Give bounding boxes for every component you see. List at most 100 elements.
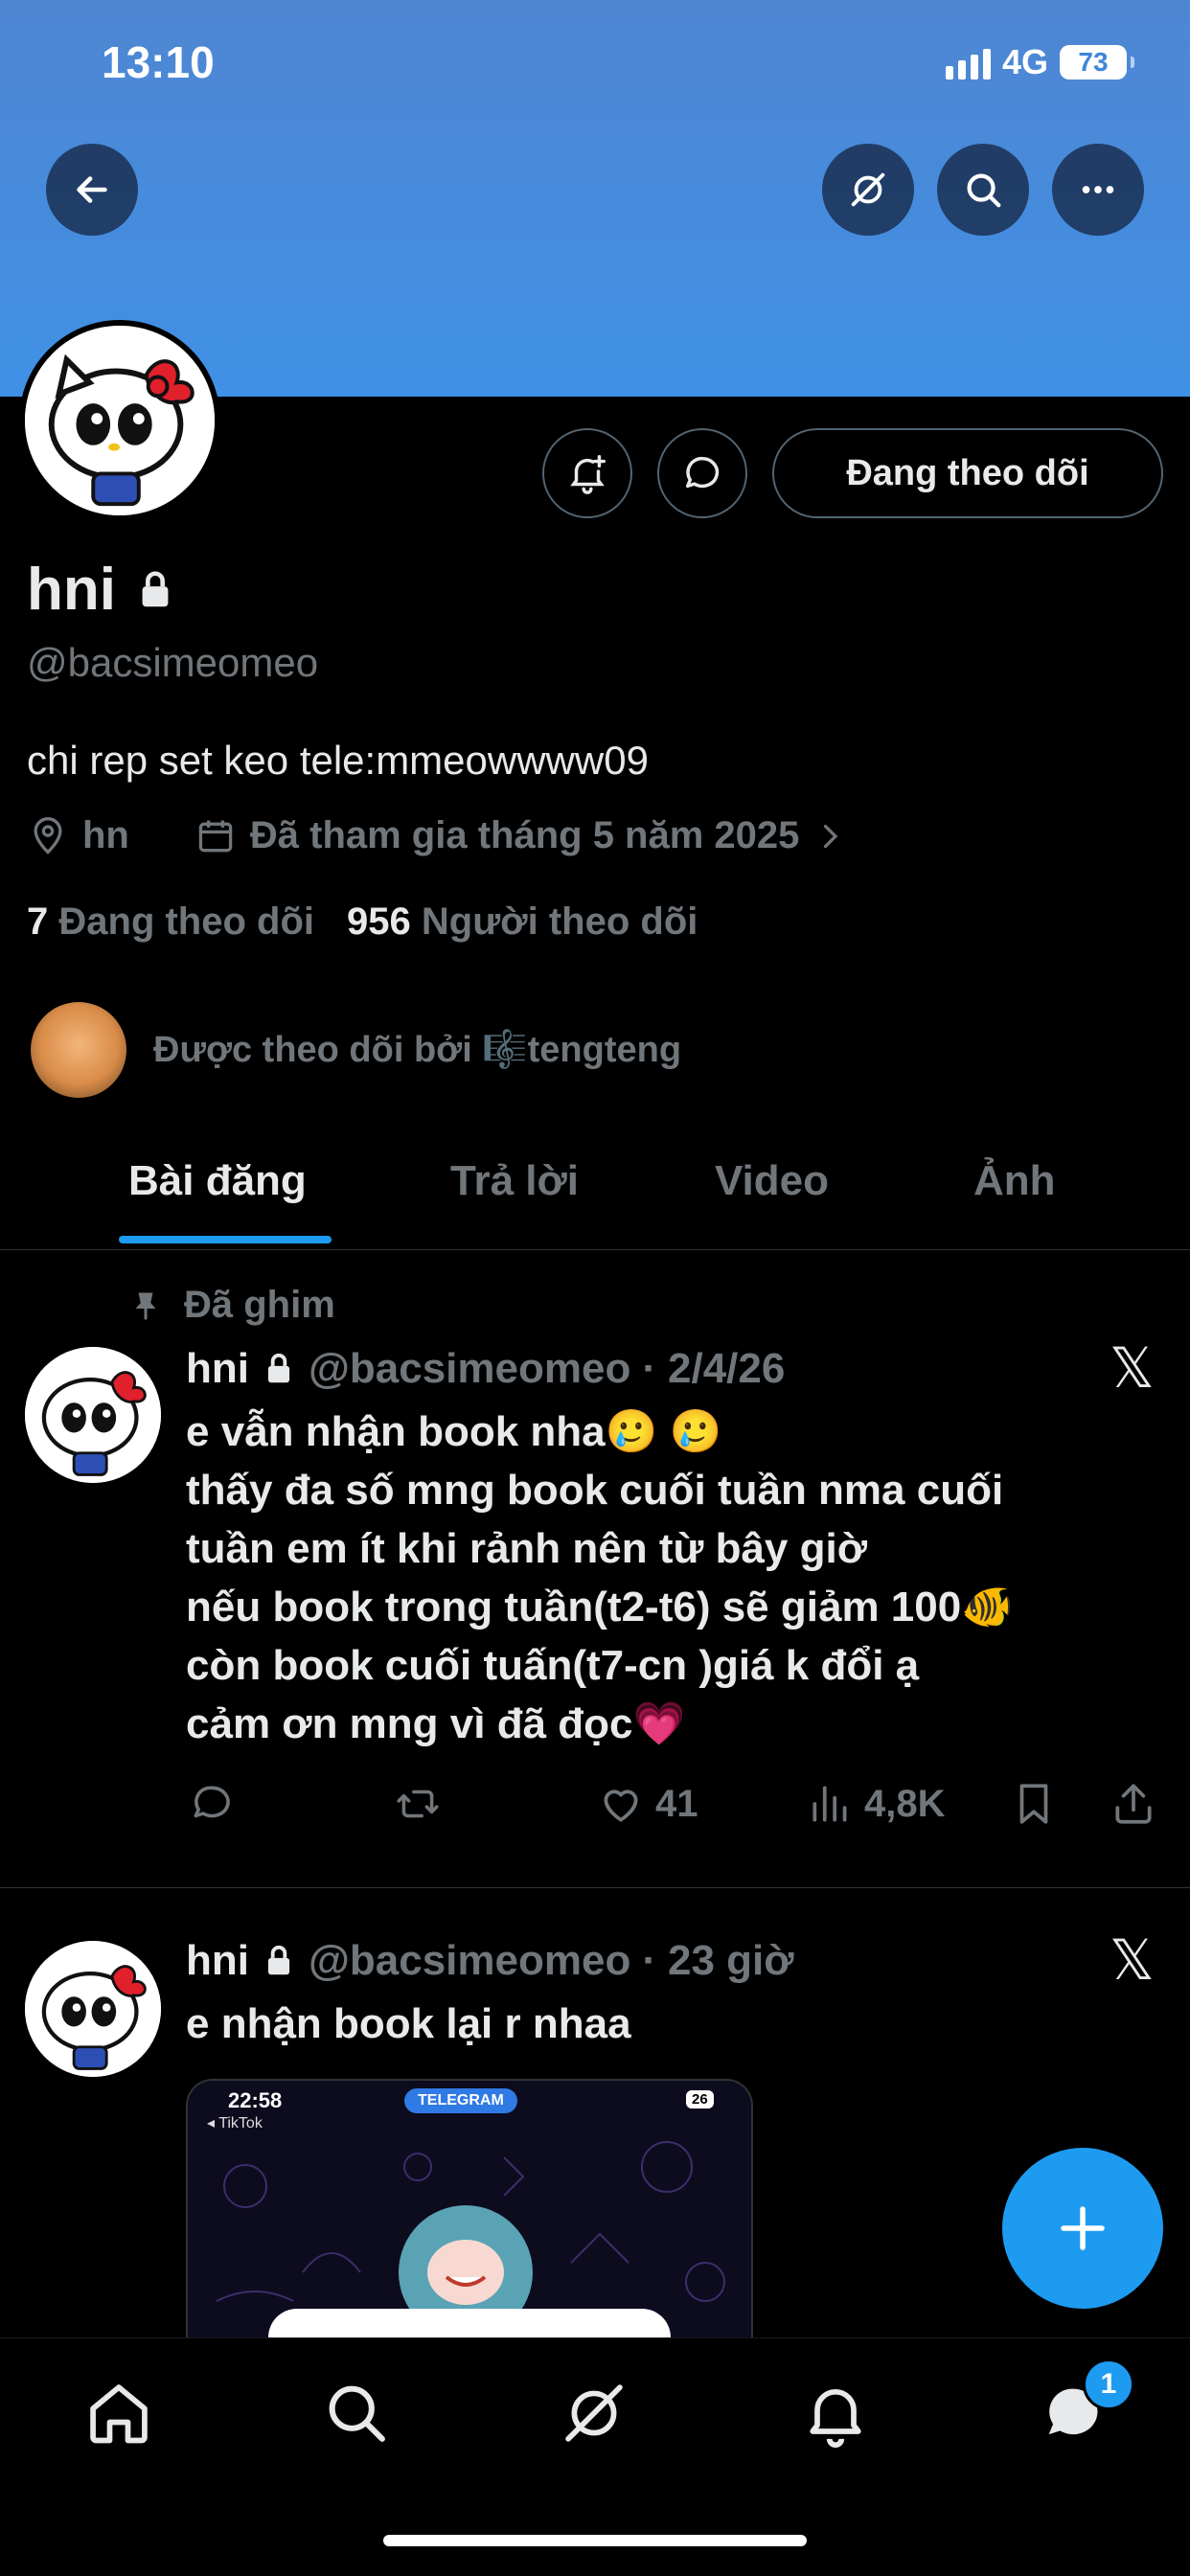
hello-kitty-avatar-image bbox=[25, 326, 215, 515]
post-line: tuần em ít khi rảnh nên từ bây giờ bbox=[186, 1525, 868, 1572]
pin-icon bbox=[135, 1292, 156, 1320]
search-icon[interactable] bbox=[320, 2377, 393, 2450]
battery-level: 73 bbox=[1078, 47, 1109, 77]
location-pin-icon bbox=[34, 816, 62, 855]
post-author-name[interactable]: hni bbox=[186, 1345, 249, 1393]
followers-label: Người theo dõi bbox=[421, 900, 698, 943]
back-button[interactable] bbox=[46, 144, 138, 236]
signal-icon bbox=[945, 45, 991, 80]
x-logo-icon[interactable]: 𝕏 bbox=[1110, 1927, 1155, 1993]
pinned-text: Đã ghim bbox=[184, 1284, 335, 1326]
profile-handle: @bacsimeomeo bbox=[27, 640, 319, 685]
post-line: e vẫn nhận book nha🥲 🥲 bbox=[186, 1408, 722, 1455]
media-pattern bbox=[188, 2081, 751, 2339]
profile-avatar[interactable] bbox=[19, 320, 220, 521]
profile-joined[interactable]: Đã tham gia tháng 5 năm 2025 bbox=[250, 814, 800, 857]
share-icon bbox=[1115, 1784, 1152, 1824]
followed-by-row[interactable]: Được theo dõi bởi 🎼tengteng bbox=[31, 1002, 681, 1098]
hello-kitty-avatar-image bbox=[25, 1941, 161, 2077]
reply-button[interactable] bbox=[188, 1780, 236, 1828]
x-logo-icon[interactable]: 𝕏 bbox=[1110, 1335, 1155, 1401]
bookmark-icon bbox=[1019, 1784, 1048, 1824]
dot-separator: · bbox=[642, 1345, 656, 1392]
network-type: 4G bbox=[1001, 42, 1048, 81]
lock-icon bbox=[267, 1945, 290, 1975]
post-divider bbox=[0, 1887, 1190, 1888]
views-chart-icon bbox=[812, 1786, 847, 1822]
post-author-name[interactable]: hni bbox=[186, 1937, 249, 1985]
followed-by-text: Được theo dõi bởi 🎼tengteng bbox=[153, 1030, 682, 1070]
followers-count: 956 bbox=[347, 900, 411, 943]
calendar-icon bbox=[198, 820, 233, 852]
lock-icon bbox=[267, 1353, 290, 1383]
lock-icon bbox=[142, 571, 169, 606]
arrow-left-icon bbox=[77, 176, 107, 203]
media-app-label: TELEGRAM bbox=[404, 2088, 517, 2113]
bell-icon[interactable] bbox=[799, 2377, 872, 2450]
profile-name-row: hni bbox=[27, 556, 177, 624]
following-stat[interactable]: 7 Đang theo dõi bbox=[27, 900, 314, 944]
tab-video[interactable]: Video bbox=[715, 1157, 829, 1205]
grok-button[interactable] bbox=[822, 144, 914, 236]
repost-icon bbox=[397, 1790, 439, 1818]
more-button[interactable] bbox=[1052, 144, 1144, 236]
search-icon bbox=[967, 173, 1001, 208]
like-button[interactable]: 41 bbox=[596, 1780, 698, 1828]
battery-icon: 73 bbox=[1060, 45, 1134, 80]
post-avatar[interactable] bbox=[25, 1941, 161, 2077]
grok-icon bbox=[851, 172, 885, 207]
bell-plus-icon bbox=[570, 455, 606, 494]
bookmark-button[interactable] bbox=[1010, 1780, 1058, 1828]
follower-avatar bbox=[31, 1002, 126, 1098]
more-icon bbox=[1082, 186, 1114, 194]
home-icon[interactable] bbox=[82, 2377, 155, 2450]
dot-separator: · bbox=[642, 1937, 656, 1984]
grok-icon[interactable] bbox=[558, 2377, 630, 2450]
post-author-handle[interactable]: @bacsimeomeo bbox=[309, 1345, 630, 1393]
profile-tabs: Bài đăng Trả lời Video Ảnh bbox=[0, 1140, 1190, 1250]
profile-location: hn bbox=[82, 814, 129, 856]
plus-icon bbox=[1061, 2206, 1105, 2250]
post-author-handle[interactable]: @bacsimeomeo bbox=[309, 1937, 630, 1985]
chevron-right-icon[interactable] bbox=[812, 819, 847, 854]
search-button[interactable] bbox=[937, 144, 1029, 236]
status-time: 13:10 bbox=[102, 37, 215, 87]
tab-replies[interactable]: Trả lời bbox=[450, 1157, 579, 1205]
view-count: 4,8K bbox=[864, 1782, 946, 1825]
post-avatar[interactable] bbox=[25, 1347, 161, 1483]
views-button[interactable]: 4,8K bbox=[807, 1780, 946, 1828]
post-line: cảm ơn mng vì đã đọc💗 bbox=[186, 1700, 686, 1747]
following-label: Đang theo dõi bbox=[58, 900, 315, 943]
compose-button[interactable] bbox=[1002, 2148, 1163, 2309]
profile-stats: 7 Đang theo dõi 956 Người theo dõi bbox=[27, 900, 698, 944]
profile-name: hni bbox=[27, 557, 116, 623]
status-indicators: 4G 73 bbox=[945, 42, 1134, 82]
post-header: hni @bacsimeomeo · 2/4/26 bbox=[186, 1345, 785, 1393]
active-tab-indicator bbox=[119, 1236, 332, 1243]
hello-kitty-avatar-image bbox=[25, 1347, 161, 1483]
tab-photos[interactable]: Ảnh bbox=[973, 1157, 1056, 1205]
heart-icon bbox=[604, 1790, 638, 1822]
following-button[interactable]: Đang theo dõi bbox=[772, 428, 1163, 518]
post-line: thấy đa số mng book cuối tuần nma cuối bbox=[186, 1467, 1004, 1514]
post-media-image[interactable]: 22:58 ◂ TikTok TELEGRAM 26 bbox=[186, 2079, 753, 2339]
post-line: còn book cuối tuấn(t7-cn )giá k đổi ạ bbox=[186, 1642, 920, 1689]
post-time[interactable]: 23 giờ bbox=[668, 1937, 794, 1985]
reply-icon bbox=[194, 1786, 230, 1818]
media-time: 22:58 bbox=[228, 2088, 283, 2112]
like-count: 41 bbox=[655, 1782, 698, 1825]
post-time[interactable]: 2/4/26 bbox=[668, 1345, 785, 1393]
share-button[interactable] bbox=[1110, 1780, 1157, 1828]
home-indicator[interactable] bbox=[383, 2535, 807, 2546]
tab-posts[interactable]: Bài đăng bbox=[128, 1157, 307, 1205]
profile-bio: chi rep set keo tele:mmeowwww09 bbox=[27, 738, 649, 783]
media-back-app: ◂ TikTok bbox=[207, 2115, 263, 2131]
repost-button[interactable] bbox=[391, 1780, 445, 1828]
followers-stat[interactable]: 956 Người theo dõi bbox=[347, 900, 698, 944]
notify-button[interactable] bbox=[542, 428, 632, 518]
message-button[interactable] bbox=[657, 428, 747, 518]
pinned-label: Đã ghim bbox=[128, 1284, 335, 1327]
post-line: nếu book trong tuần(t2-t6) sẽ giảm 100🐠 bbox=[186, 1584, 1014, 1630]
profile-meta: hn Đã tham gia tháng 5 năm 2025 bbox=[27, 814, 847, 857]
messages-badge: 1 bbox=[1083, 2359, 1134, 2410]
